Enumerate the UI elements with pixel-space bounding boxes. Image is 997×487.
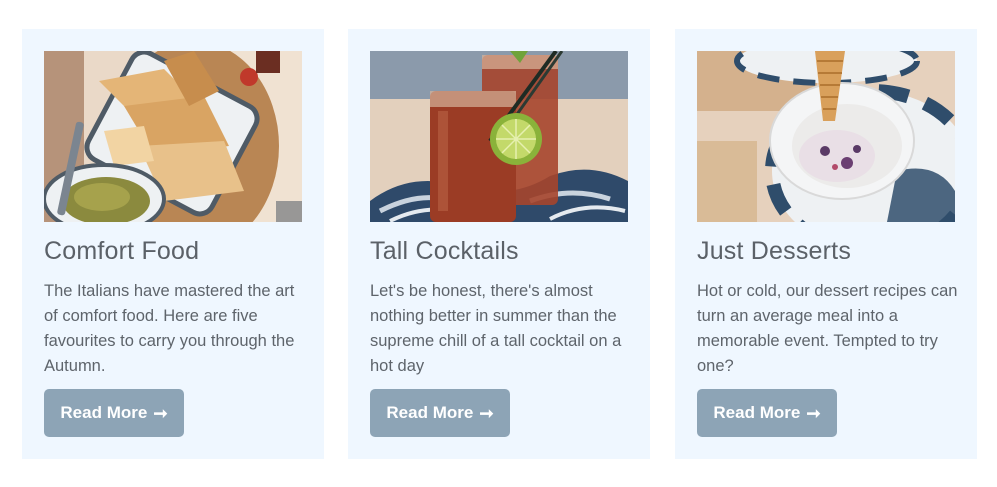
arrow-right-icon: ➞ [479,403,494,423]
button-label: Read More [386,403,474,422]
read-more-button[interactable]: Read More ➞ [697,389,837,437]
read-more-button[interactable]: Read More ➞ [44,389,184,437]
tall-cocktails-image[interactable] [370,51,628,222]
button-label: Read More [713,403,801,422]
just-desserts-image[interactable] [697,51,955,222]
card-description: The Italians have mastered the art of co… [44,282,295,375]
arrow-right-icon: ➞ [806,403,821,423]
card-title: Tall Cocktails [370,237,519,265]
card-title: Just Desserts [697,237,852,265]
read-more-button[interactable]: Read More ➞ [370,389,510,437]
recipe-cards: Comfort Food The Italians have mastered … [0,0,997,487]
recipe-card-just-desserts: Just Desserts Hot or cold, our dessert r… [675,29,977,459]
card-description: Let's be honest, there's almost nothing … [370,282,622,375]
card-description: Hot or cold, our dessert recipes can tur… [697,282,958,375]
comfort-food-image[interactable] [44,51,302,222]
card-title: Comfort Food [44,237,200,265]
button-label: Read More [60,403,148,422]
recipe-card-comfort-food: Comfort Food The Italians have mastered … [22,29,324,459]
arrow-right-icon: ➞ [153,403,168,423]
recipe-card-tall-cocktails: Tall Cocktails Let's be honest, there's … [348,29,650,459]
